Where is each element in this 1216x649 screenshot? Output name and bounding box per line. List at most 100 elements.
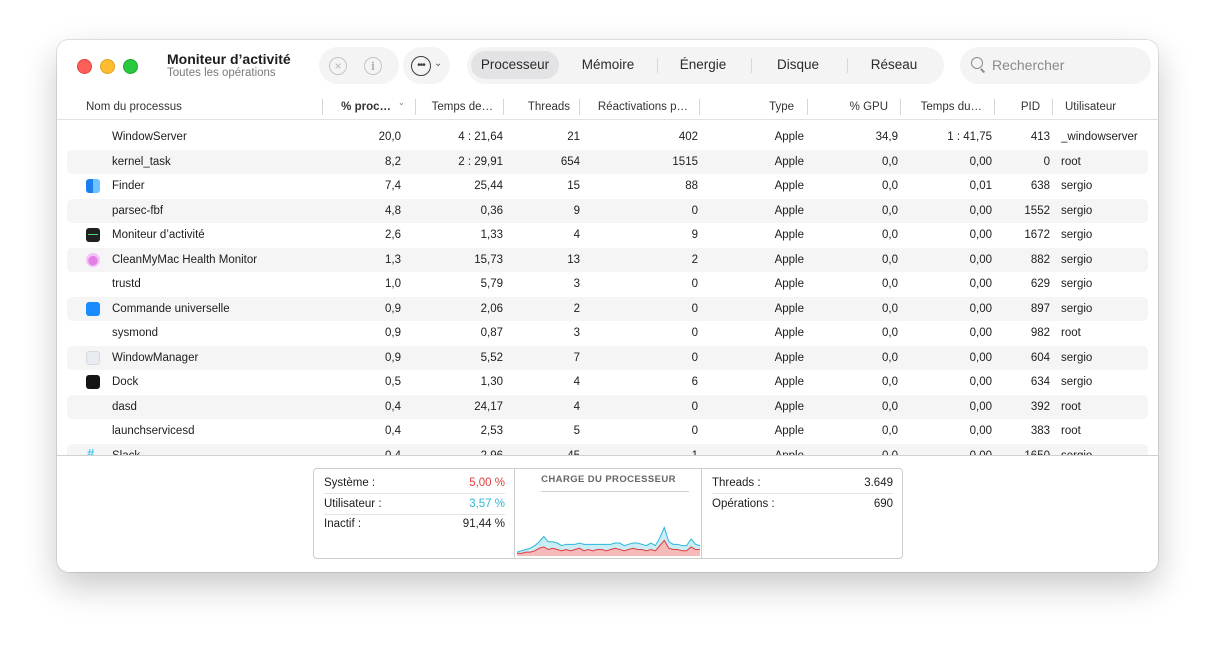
stat-user-value: 3,57 % <box>469 498 505 510</box>
cell-name: parsec-fbf <box>112 204 164 217</box>
cell-cpu-time: 4 : 21,64 <box>458 131 503 143</box>
cell-pid: 982 <box>1030 327 1050 339</box>
cell-pid: 897 <box>1030 302 1050 315</box>
cell-type: Apple <box>774 131 804 143</box>
table-row[interactable]: launchservicesd 0,4 2,53 5 0 Apple 0,0 0,00 383 r… <box>67 419 1148 443</box>
inspect-process-button[interactable]: i <box>364 57 382 75</box>
cell-wakeups: 1 <box>585 444 698 456</box>
cell-wakeups: 0 <box>691 425 698 437</box>
info-circle-icon: i <box>370 59 376 73</box>
table-row[interactable]: CleanMyMac Health Monitor 1,3 15,73 13 2 Appl… <box>67 247 1148 272</box>
chevron-down-icon: ⌄ <box>434 58 443 69</box>
col-header-threads[interactable]: Threads <box>509 96 570 118</box>
cell-name: trustd <box>112 278 141 290</box>
cell-gpu-time: 0,00 <box>969 327 992 339</box>
cell-user: sergio <box>1061 351 1093 364</box>
cell-wakeups: 0 <box>691 351 698 364</box>
cell-gpu: 0,0 <box>882 302 898 315</box>
tab-reseau[interactable]: Réseau <box>849 51 939 79</box>
table-row[interactable]: Finder 7,4 25,44 15 88 Apple 0,0 0,01 638 sergio <box>67 174 1148 198</box>
col-header-cpu-percent[interactable]: % proc… <box>329 96 391 118</box>
cell-gpu-time: 0,00 <box>969 400 992 413</box>
table-row[interactable]: trustd 1,0 5,79 3 0 Apple 0,0 0,00 629 sergio <box>67 272 1148 296</box>
cell-wakeups: 0 <box>691 278 698 290</box>
cell-name: Slack <box>112 444 322 456</box>
stat-system: Système : 5,00 % <box>324 473 505 494</box>
window-title: Moniteur d’activité <box>167 51 291 67</box>
stat-threads: Threads : 3.649 <box>712 473 893 494</box>
col-header-process-name[interactable]: Nom du processus <box>86 96 316 118</box>
cell-user: sergio <box>1061 204 1093 217</box>
cell-gpu-time: 0,00 <box>969 155 992 168</box>
col-header-user[interactable]: Utilisateur <box>1065 96 1155 118</box>
cell-name: Commande universelle <box>112 302 230 315</box>
cell-threads: 7 <box>573 351 580 364</box>
cell-type: Apple <box>774 400 804 413</box>
col-header-idle-wakeups[interactable]: Réactivations p… <box>585 96 688 118</box>
process-table-body: WindowServer 20,0 4 : 21,64 21 402 Apple 34,9 1… <box>67 125 1148 455</box>
activity-monitor-window: Moniteur d’activité Toutes les opération… <box>57 40 1158 572</box>
table-row[interactable]: Commande universelle 0,9 2,06 2 0 Apple 0,0 0,0… <box>67 296 1148 321</box>
tab-memoire[interactable]: Mémoire <box>563 51 653 79</box>
cell-cpu: 0,9 <box>385 351 401 364</box>
col-header-gpu-percent[interactable]: % GPU <box>813 96 888 118</box>
cell-threads: 3 <box>573 278 580 290</box>
cell-gpu: 0,0 <box>813 444 898 456</box>
table-row[interactable]: dasd 0,4 24,17 4 0 Apple 0,0 0,00 392 root <box>67 394 1148 419</box>
cell-cpu-time: 5,52 <box>480 351 503 364</box>
table-row[interactable]: WindowManager 0,9 5,52 7 0 Apple 0,0 0,00 604 ser… <box>67 345 1148 370</box>
cell-cpu: 1,3 <box>385 253 401 266</box>
cell-threads: 5 <box>573 425 580 437</box>
window-manager-icon <box>86 350 100 365</box>
window-subtitle[interactable]: Toutes les opérations <box>167 67 276 79</box>
stop-process-button[interactable]: × <box>329 57 347 75</box>
search-input[interactable] <box>992 55 1142 75</box>
cpu-usage-breakdown: Système : 5,00 % Utilisateur : 3,57 % In… <box>314 469 515 558</box>
zoom-window-button[interactable] <box>123 59 138 74</box>
cell-threads: 45 <box>509 444 580 456</box>
cell-name: CleanMyMac Health Monitor <box>112 253 258 266</box>
cell-threads: 15 <box>567 180 580 192</box>
cell-pid: 629 <box>1030 278 1050 290</box>
search-field[interactable] <box>960 47 1151 84</box>
table-row[interactable]: parsec-fbf 4,8 0,36 9 0 Apple 0,0 0,00 1552 sergi… <box>67 198 1148 223</box>
cell-pid: 1672 <box>1024 229 1050 241</box>
cell-user: sergio <box>1061 253 1093 266</box>
cell-name: launchservicesd <box>112 425 195 437</box>
cell-wakeups: 0 <box>691 204 698 217</box>
cell-user: sergio <box>1061 229 1093 241</box>
tab-processeur[interactable]: Processeur <box>471 51 559 79</box>
cell-pid: 638 <box>1030 180 1050 192</box>
cell-cpu-time: 15,73 <box>474 253 503 266</box>
cell-threads: 2 <box>573 302 580 315</box>
stat-processes-label: Opérations : <box>712 498 775 510</box>
cell-gpu: 0,0 <box>882 204 898 217</box>
cell-user: sergio <box>1061 444 1148 456</box>
minimize-window-button[interactable] <box>100 59 115 74</box>
xmark-circle-icon: × <box>334 59 342 73</box>
table-row[interactable]: sysmond 0,9 0,87 3 0 Apple 0,0 0,00 982 root <box>67 321 1148 345</box>
cell-gpu: 0,0 <box>882 327 898 339</box>
col-header-pid[interactable]: PID <box>1000 96 1040 118</box>
col-header-gpu-time[interactable]: Temps du… <box>906 96 982 118</box>
table-row[interactable]: kernel_task 8,2 2 : 29,91 654 1515 Apple 0,0 0,… <box>67 149 1148 174</box>
cell-gpu-time: 0,00 <box>969 278 992 290</box>
table-row[interactable]: Slack 0,4 2,96 45 1 Apple 0,0 0,00 1650 sergio <box>67 443 1148 456</box>
stat-threads-label: Threads : <box>712 477 761 489</box>
cell-cpu-time: 0,36 <box>480 204 503 217</box>
col-header-cpu-time[interactable]: Temps de… <box>421 96 493 118</box>
table-row[interactable]: Moniteur d’activité 2,6 1,33 4 9 Apple 0,0 0,00… <box>67 223 1148 247</box>
dock-icon <box>86 375 100 389</box>
tab-energie[interactable]: Énergie <box>659 51 747 79</box>
table-row[interactable]: Dock 0,5 1,30 4 6 Apple 0,0 0,00 634 sergio <box>67 370 1148 394</box>
close-window-button[interactable] <box>77 59 92 74</box>
cell-threads: 21 <box>567 131 580 143</box>
cell-type: Apple <box>774 425 804 437</box>
table-row[interactable]: WindowServer 20,0 4 : 21,64 21 402 Apple 34,9 1… <box>67 125 1148 149</box>
cell-threads: 4 <box>573 376 580 388</box>
cell-type: Apple <box>774 155 804 168</box>
col-header-type[interactable]: Type <box>705 96 794 118</box>
tab-disque[interactable]: Disque <box>753 51 843 79</box>
cell-user: root <box>1061 425 1081 437</box>
stat-processes-value: 690 <box>873 498 893 510</box>
